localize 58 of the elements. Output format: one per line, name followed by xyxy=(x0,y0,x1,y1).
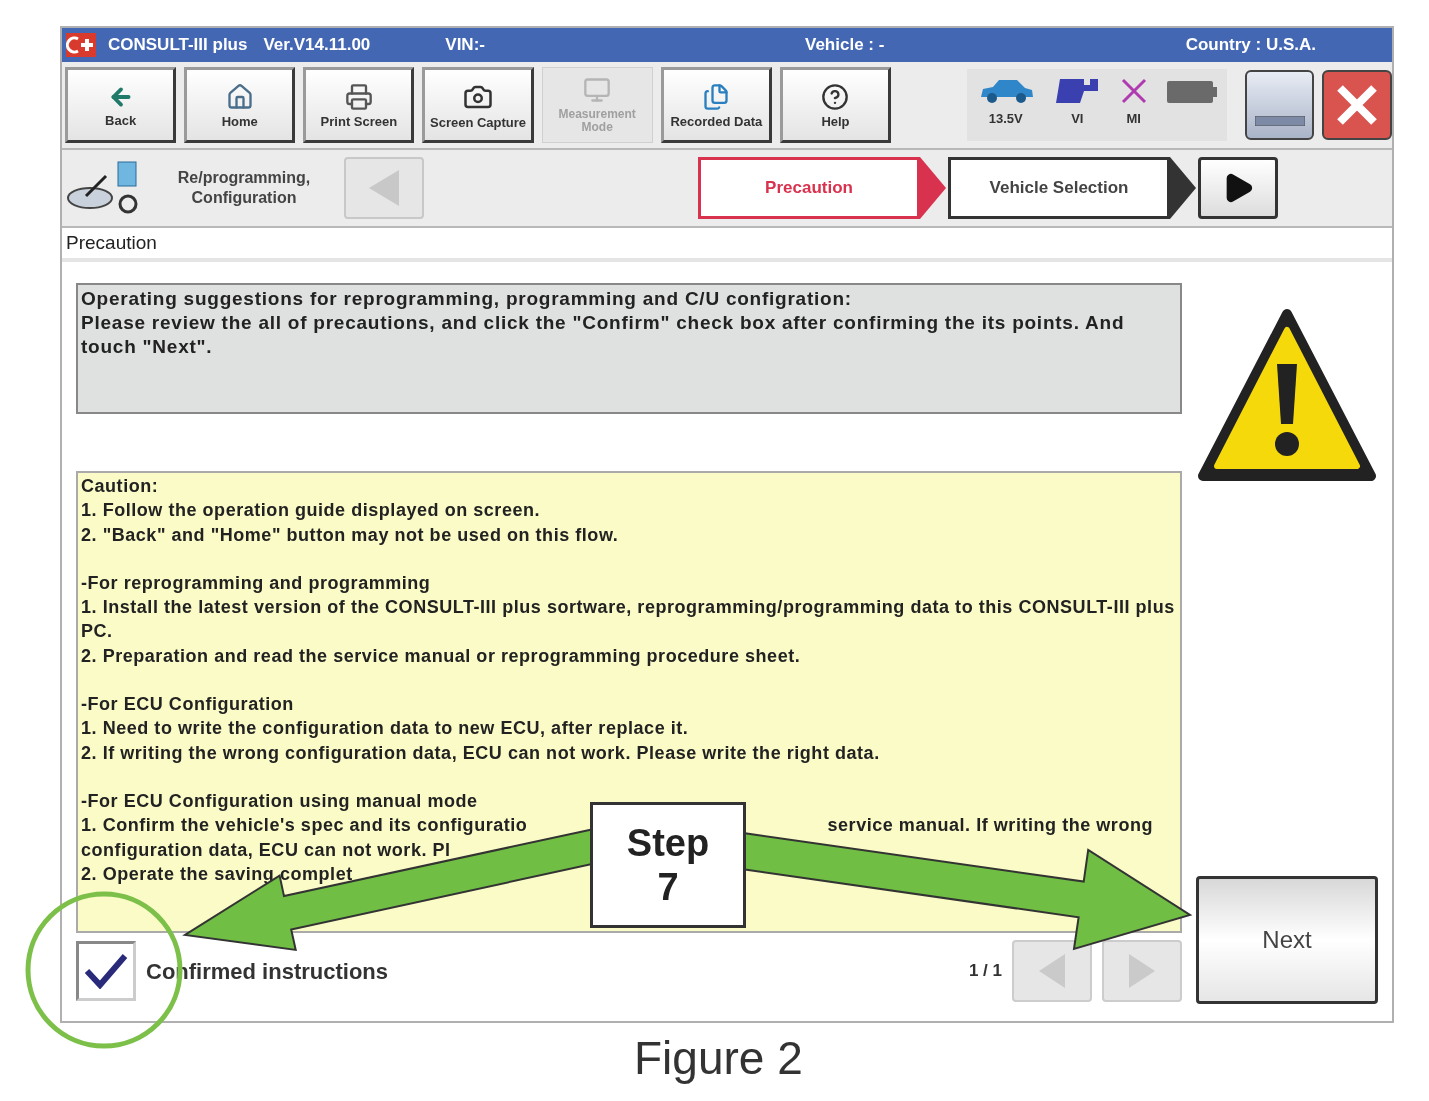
printer-icon xyxy=(344,82,373,111)
caution-text: 2. Preparation and read the service manual or reprogramming procedure sheet. xyxy=(81,645,801,666)
check-icon xyxy=(84,953,128,989)
caution-text: -For reprogramming and programming xyxy=(81,572,431,593)
next-step-button[interactable] xyxy=(1198,157,1278,219)
close-button[interactable] xyxy=(1322,70,1392,140)
toolbar-button[interactable]: Back xyxy=(65,67,177,143)
home-icon xyxy=(225,82,254,111)
confirm-checkbox[interactable] xyxy=(76,941,136,1001)
toolbar-button[interactable]: Screen Capture xyxy=(422,67,534,143)
left-triangle-icon xyxy=(369,170,399,206)
vehicle-label: Vehicle : - xyxy=(805,34,885,57)
caution-text: 2. If writing the wrong configuration data, ECU can not work. Please write the right data. xyxy=(81,742,880,763)
app-version: Ver.V14.11.00 xyxy=(263,34,371,57)
figure-caption: Figure 2 xyxy=(634,1031,803,1086)
function-title: Re/programming, Configuration xyxy=(176,168,312,208)
instruction-text: Please review the all of precautions, and click the "Confirm" check box after confirming the its points. And touch "Next". xyxy=(81,311,1126,359)
step-tab[interactable]: Precaution xyxy=(698,157,920,219)
app-name: CONSULT-III plus xyxy=(108,34,248,57)
vi-label: VI xyxy=(1071,110,1084,128)
logo-icon xyxy=(66,33,96,57)
caution-text: -For ECU Configuration xyxy=(81,694,294,715)
caution-text: 1. Confirm the vehicle's spec and its configuratio xyxy=(81,814,528,838)
instruction-text: Operating suggestions for reprogramming, programming and C/U configration: xyxy=(81,287,853,311)
minimize-button[interactable] xyxy=(1245,70,1315,140)
monitor-icon xyxy=(583,76,612,104)
interface-icon xyxy=(1054,77,1101,105)
step-arrow-icon xyxy=(920,157,946,219)
toolbar-button[interactable]: Print Screen xyxy=(303,67,415,143)
help-icon xyxy=(821,82,850,111)
section-title: Precaution xyxy=(66,230,157,255)
toolbar-button[interactable]: Recorded Data xyxy=(660,67,772,143)
caution-text: configuration data, ECU can not work. Pl xyxy=(81,839,451,860)
minimize-icon xyxy=(1254,116,1305,126)
step-tab[interactable]: Vehicle Selection xyxy=(948,157,1170,219)
step-arrow-icon xyxy=(1170,157,1196,219)
caution-text: 1. Need to write the configuration data to new ECU, after replace it. xyxy=(81,718,689,739)
disconnected-icon xyxy=(1119,77,1148,105)
step-callout: Step 7 xyxy=(590,802,746,928)
caution-text: service manual. If writing the wrong xyxy=(827,814,1153,838)
caution-text: 1. Install the latest version of the CONSULT-III plus sortware, reprogramming/programming data to this CONSULT-III plus PC. xyxy=(81,597,1175,642)
toolbar-button[interactable]: Home xyxy=(184,67,296,143)
files-icon xyxy=(702,82,731,111)
caution-text: 2. Operate the saving complet xyxy=(81,863,353,884)
voltage-label: 13.5V xyxy=(988,110,1023,128)
caution-text: 2. "Back" and "Home" button may not be used on this flow. xyxy=(81,524,619,545)
country-label: Country : U.S.A. xyxy=(1185,34,1316,57)
caution-text: 1. Follow the operation guide displayed on screen. xyxy=(81,500,541,521)
page-indicator: 1 / 1 xyxy=(968,960,1002,983)
battery-icon xyxy=(1167,81,1218,103)
caution-text: -For ECU Configuration using manual mode xyxy=(81,790,478,811)
right-triangle-icon xyxy=(1129,954,1155,988)
vin-label: VIN:- xyxy=(445,34,485,57)
mi-label: MI xyxy=(1126,110,1141,128)
next-button[interactable]: Next xyxy=(1196,876,1378,1004)
left-triangle-icon xyxy=(1039,954,1065,988)
caution-text: Caution: xyxy=(81,476,159,496)
toolbar-button[interactable]: Help xyxy=(779,67,892,143)
